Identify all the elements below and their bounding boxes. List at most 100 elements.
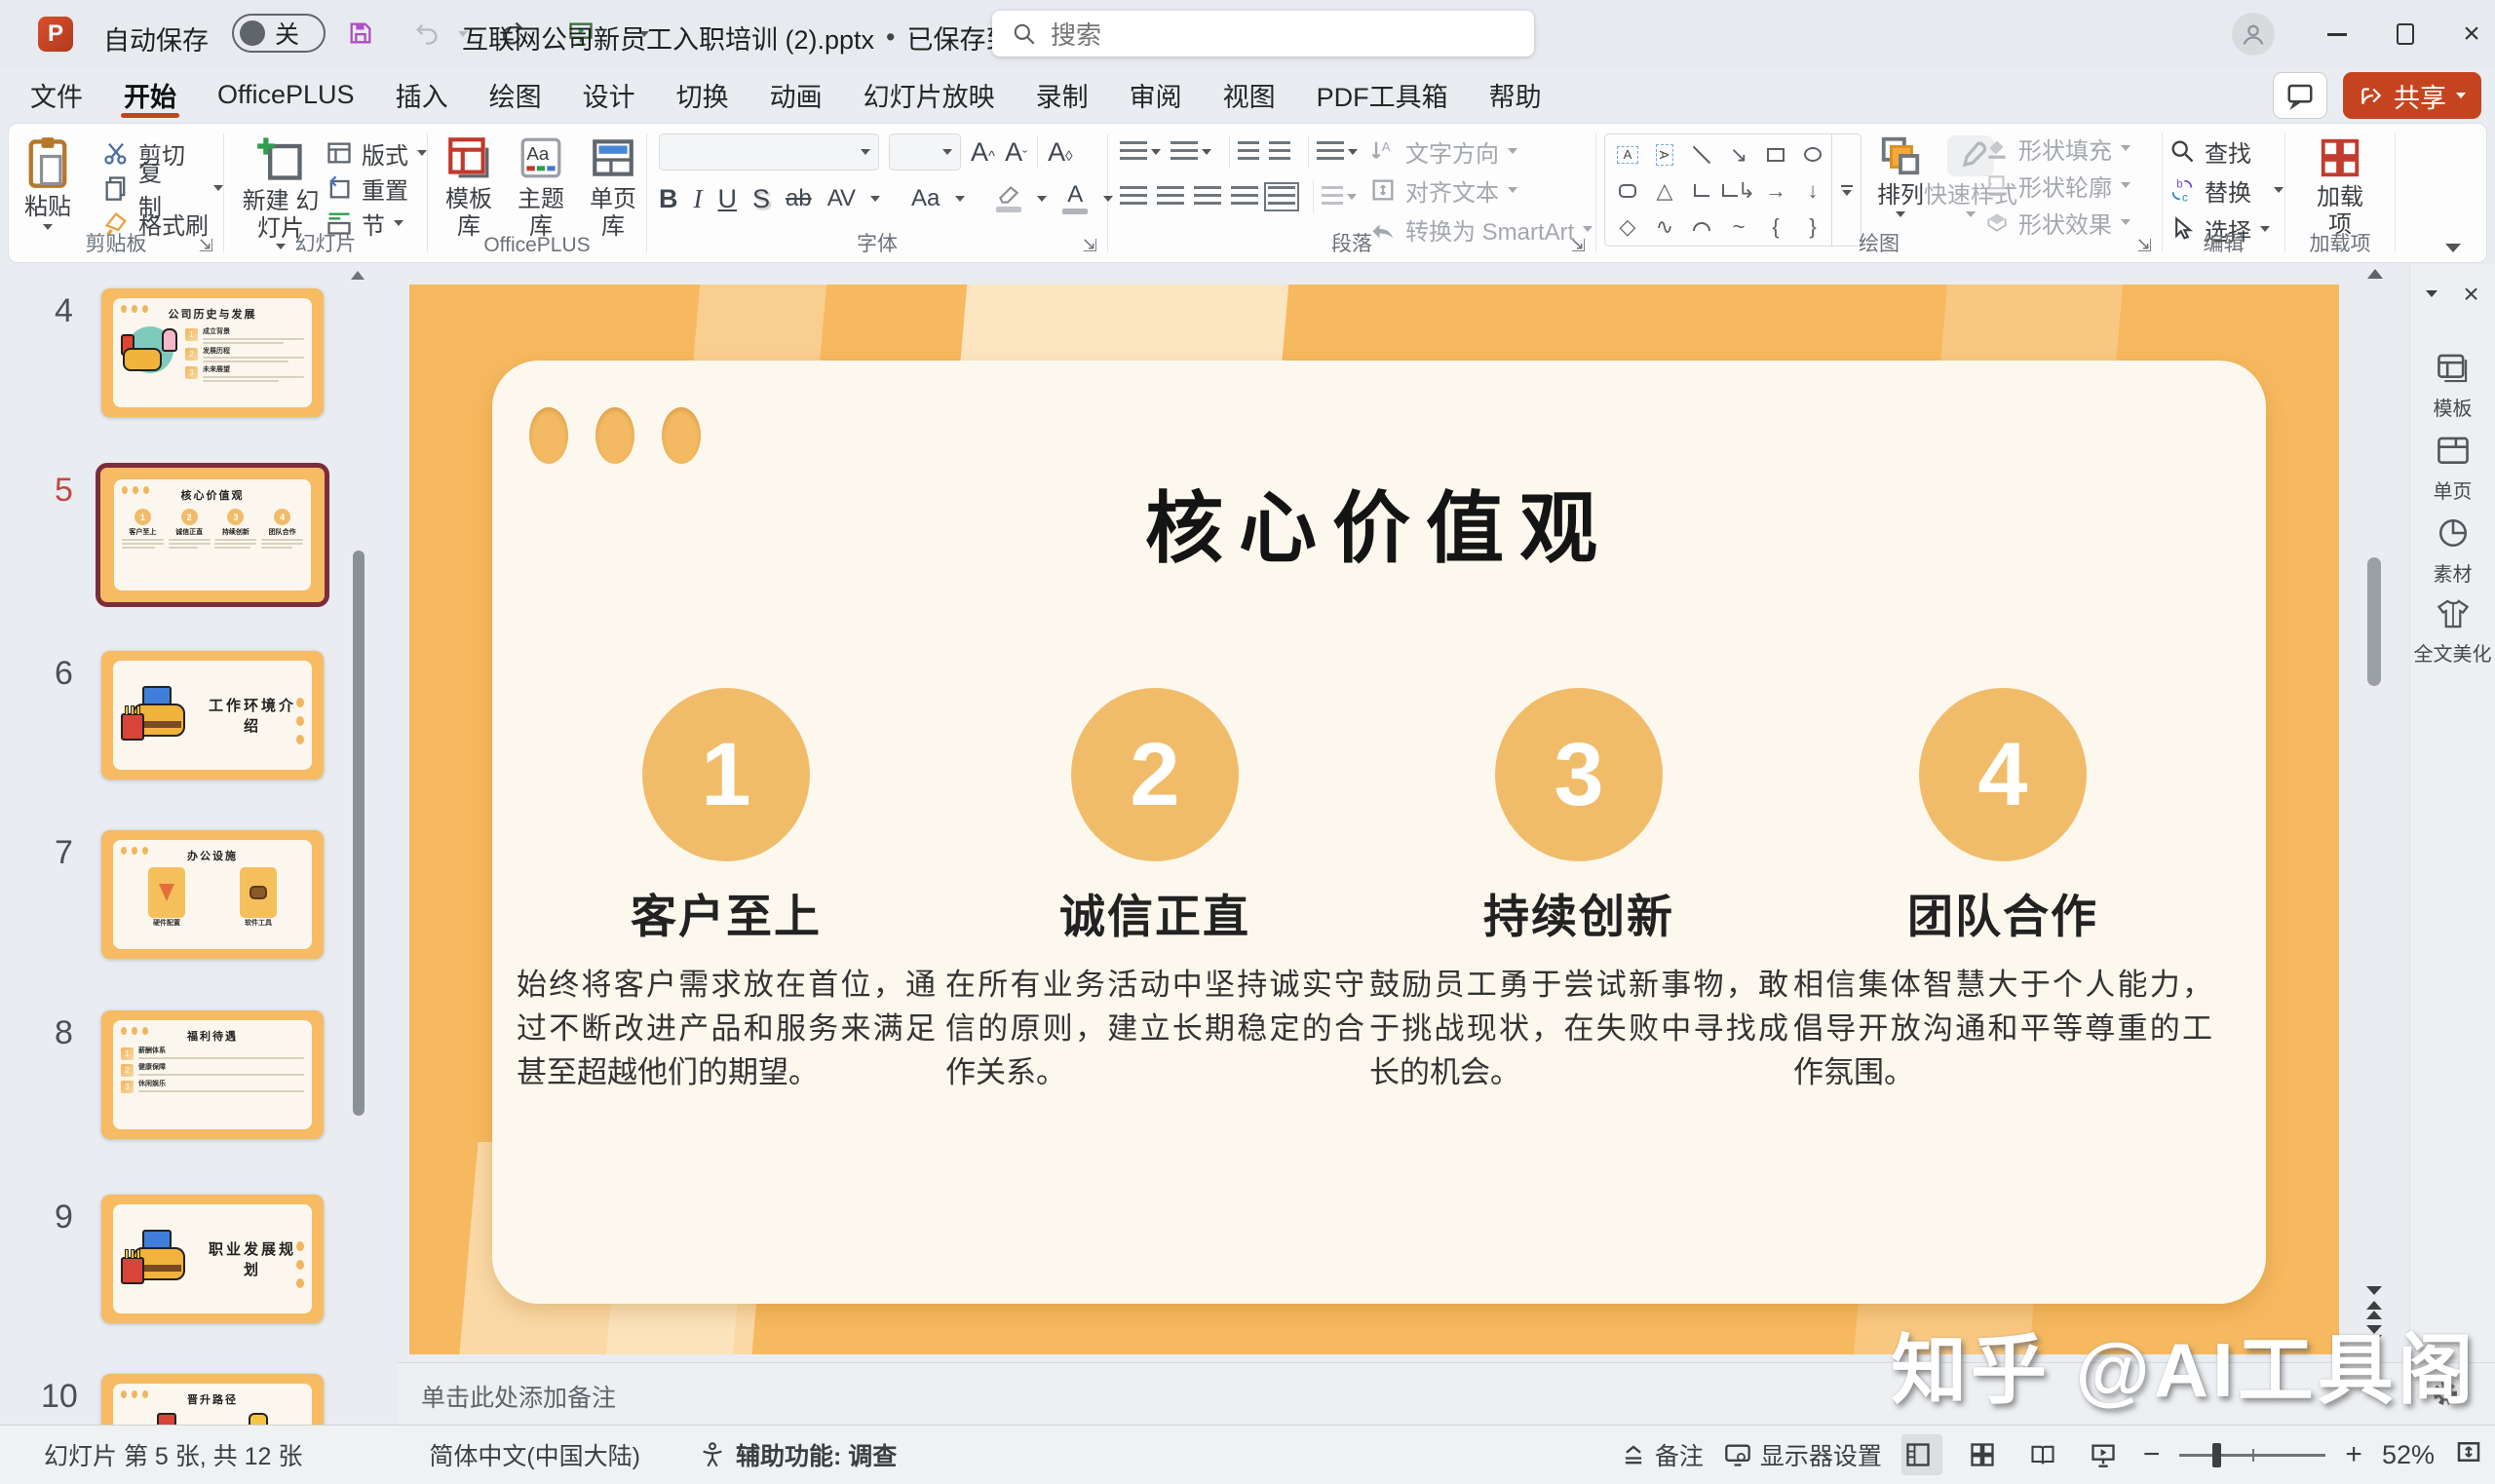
spacing-chevron-icon[interactable] xyxy=(870,196,880,202)
notes-toggle-button[interactable]: 备注 xyxy=(1620,1437,1704,1472)
shape-outline-button[interactable]: 形状轮廓 xyxy=(1984,167,2130,204)
thumbnail-slide-8[interactable]: 福利待遇 1薪酬体系 2健康保障 3休闲娱乐 xyxy=(101,1010,324,1139)
case-chevron-icon[interactable] xyxy=(955,196,965,202)
slide-sorter-view-button[interactable] xyxy=(1962,1434,2003,1475)
tab-review[interactable]: 审阅 xyxy=(1109,68,1203,121)
shape-down-arrow-icon[interactable]: ↓ xyxy=(1794,172,1831,209)
tab-animations[interactable]: 动画 xyxy=(749,68,843,121)
thumbnail-slide-4[interactable]: 公司历史与发展 1成立背景 2发展历程 3未来展望 xyxy=(101,288,324,417)
tab-design[interactable]: 设计 xyxy=(562,68,656,121)
value-column-2[interactable]: 2 诚信正直 在所有业务活动中坚持诚实守信的原则，建立长期稳定的合作关系。 xyxy=(945,688,1364,1095)
align-left-button[interactable] xyxy=(1120,186,1147,208)
account-avatar[interactable] xyxy=(2232,13,2275,56)
character-spacing-button[interactable]: AV xyxy=(827,185,855,212)
shape-right-arrow-icon[interactable]: → xyxy=(1757,172,1794,209)
language-indicator[interactable]: 简体中文(中国大陆) xyxy=(429,1437,640,1472)
comments-button[interactable] xyxy=(2273,72,2327,119)
copy-button[interactable]: 复制 xyxy=(102,171,223,206)
grow-font-button[interactable]: A^ xyxy=(971,137,995,168)
font-size-select[interactable] xyxy=(889,133,961,171)
zoom-slider[interactable] xyxy=(2179,1454,2325,1457)
reset-button[interactable]: 重置 xyxy=(326,171,427,206)
clear-formatting-button[interactable]: A◊ xyxy=(1048,137,1072,168)
distribute-button[interactable] xyxy=(1268,186,1295,208)
shape-vertical-textbox-icon[interactable]: A xyxy=(1646,136,1683,172)
bold-button[interactable]: B xyxy=(659,184,678,214)
shape-elbow-arrow-icon[interactable]: ↳ xyxy=(1720,172,1757,209)
shape-rounded-rectangle-icon[interactable] xyxy=(1609,172,1646,209)
replace-button[interactable]: bc 替换 xyxy=(2169,171,2284,209)
italic-button[interactable]: I xyxy=(694,184,703,214)
scrollbar-thumb[interactable] xyxy=(2367,557,2381,686)
bullets-button[interactable] xyxy=(1120,141,1161,163)
find-button[interactable]: 查找 xyxy=(2169,132,2284,171)
notes-placeholder[interactable]: 单击此处添加备注 xyxy=(421,1379,616,1414)
slide-position[interactable]: 幻灯片 第 5 张, 共 12 张 xyxy=(44,1437,302,1472)
thumbnail-scrollbar[interactable] xyxy=(353,551,365,1116)
clipboard-dialog-launcher[interactable]: ⇲ xyxy=(199,236,213,256)
decrease-indent-button[interactable] xyxy=(1238,141,1259,163)
sidebar-item-single-page[interactable]: 单页 xyxy=(2410,436,2495,504)
thumbnail-slide-9[interactable]: 职业发展规划 xyxy=(101,1195,324,1323)
value-column-1[interactable]: 1 客户至上 始终将客户需求放在首位，通过不断改进产品和服务来满足甚至超越他们的… xyxy=(517,688,936,1095)
sidebar-collapse-chevron-icon[interactable] xyxy=(2426,290,2437,297)
value-column-4[interactable]: 4 团队合作 相信集体智慧大于个人能力，倡导开放沟通和平等尊重的工作氛围。 xyxy=(1793,688,2212,1095)
minimize-button[interactable] xyxy=(2318,18,2357,51)
tab-pdf-tools[interactable]: PDF工具箱 xyxy=(1296,68,1469,121)
increase-indent-button[interactable] xyxy=(1269,141,1290,163)
tab-slideshow[interactable]: 幻灯片放映 xyxy=(843,68,1016,121)
tab-insert[interactable]: 插入 xyxy=(375,68,469,121)
reading-view-button[interactable] xyxy=(2022,1434,2063,1475)
align-right-button[interactable] xyxy=(1194,186,1221,208)
slideshow-view-button[interactable] xyxy=(2083,1434,2124,1475)
close-button[interactable]: × xyxy=(2452,18,2491,51)
text-direction-button[interactable]: A 文字方向 xyxy=(1369,132,1593,171)
align-text-button[interactable]: 对齐文本 xyxy=(1369,171,1593,209)
highlight-chevron-icon[interactable] xyxy=(1037,196,1047,202)
shape-oval-icon[interactable] xyxy=(1794,136,1831,172)
powerpoint-logo-icon[interactable]: P xyxy=(38,17,73,52)
normal-view-button[interactable] xyxy=(1901,1434,1942,1475)
change-case-button[interactable]: Aa xyxy=(911,185,940,212)
value-column-3[interactable]: 3 持续创新 鼓励员工勇于尝试新事物，敢于挑战现状，在失败中寻找成长的机会。 xyxy=(1369,688,1788,1095)
tab-transitions[interactable]: 切换 xyxy=(656,68,749,121)
zoom-level[interactable]: 52% xyxy=(2382,1440,2435,1470)
autosave-toggle[interactable]: 关 xyxy=(232,14,326,53)
arrange-button[interactable]: 排列 xyxy=(1877,133,1924,217)
font-name-select[interactable] xyxy=(659,133,879,171)
collapse-ribbon-icon[interactable] xyxy=(2445,244,2461,252)
strikethrough-button[interactable]: ab xyxy=(786,185,812,212)
thumbnail-slide-10[interactable]: 晋升路径 xyxy=(101,1374,324,1425)
main-scrollbar[interactable] xyxy=(2363,265,2387,1425)
shape-fill-button[interactable]: 形状填充 xyxy=(1984,130,2130,167)
thumbnail-slide-7[interactable]: 办公设施 硬件配置 软件工具 xyxy=(101,830,324,959)
tab-home[interactable]: 开始 xyxy=(103,68,197,121)
numbering-button[interactable] xyxy=(1171,141,1211,163)
tab-view[interactable]: 视图 xyxy=(1203,68,1296,121)
sidebar-close-icon[interactable]: × xyxy=(2463,281,2478,308)
shape-triangle-icon[interactable]: △ xyxy=(1646,172,1683,209)
tab-draw[interactable]: 绘图 xyxy=(469,68,562,121)
shape-line-icon[interactable] xyxy=(1683,136,1720,172)
shape-arrow-icon[interactable]: ↘ xyxy=(1720,136,1757,172)
align-center-button[interactable] xyxy=(1157,186,1184,208)
tab-record[interactable]: 录制 xyxy=(1016,68,1109,121)
tab-help[interactable]: 帮助 xyxy=(1469,68,1562,121)
sidebar-item-templates[interactable]: 模板 xyxy=(2410,353,2495,421)
text-shadow-button[interactable]: S xyxy=(752,184,770,214)
paragraph-dialog-launcher[interactable]: ⇲ xyxy=(1571,236,1586,256)
font-dialog-launcher[interactable]: ⇲ xyxy=(1083,236,1097,256)
thumb-scroll-up-icon[interactable] xyxy=(351,271,365,280)
slide-title[interactable]: 核心价值观 xyxy=(492,466,2266,579)
zoom-in-button[interactable]: + xyxy=(2345,1438,2362,1471)
tab-file[interactable]: 文件 xyxy=(10,68,103,121)
columns-button[interactable] xyxy=(1322,186,1357,208)
scroll-up-icon[interactable] xyxy=(2367,269,2383,279)
shrink-font-button[interactable]: Aˇ xyxy=(1005,137,1027,168)
thumbnail-slide-6[interactable]: 工作环境介绍 xyxy=(101,651,324,780)
tab-officeplus[interactable]: OfficePLUS xyxy=(197,68,375,121)
underline-button[interactable]: U xyxy=(718,184,738,214)
line-spacing-button[interactable] xyxy=(1317,141,1358,163)
shape-elbow-icon[interactable] xyxy=(1683,172,1720,209)
shape-rectangle-icon[interactable] xyxy=(1757,136,1794,172)
